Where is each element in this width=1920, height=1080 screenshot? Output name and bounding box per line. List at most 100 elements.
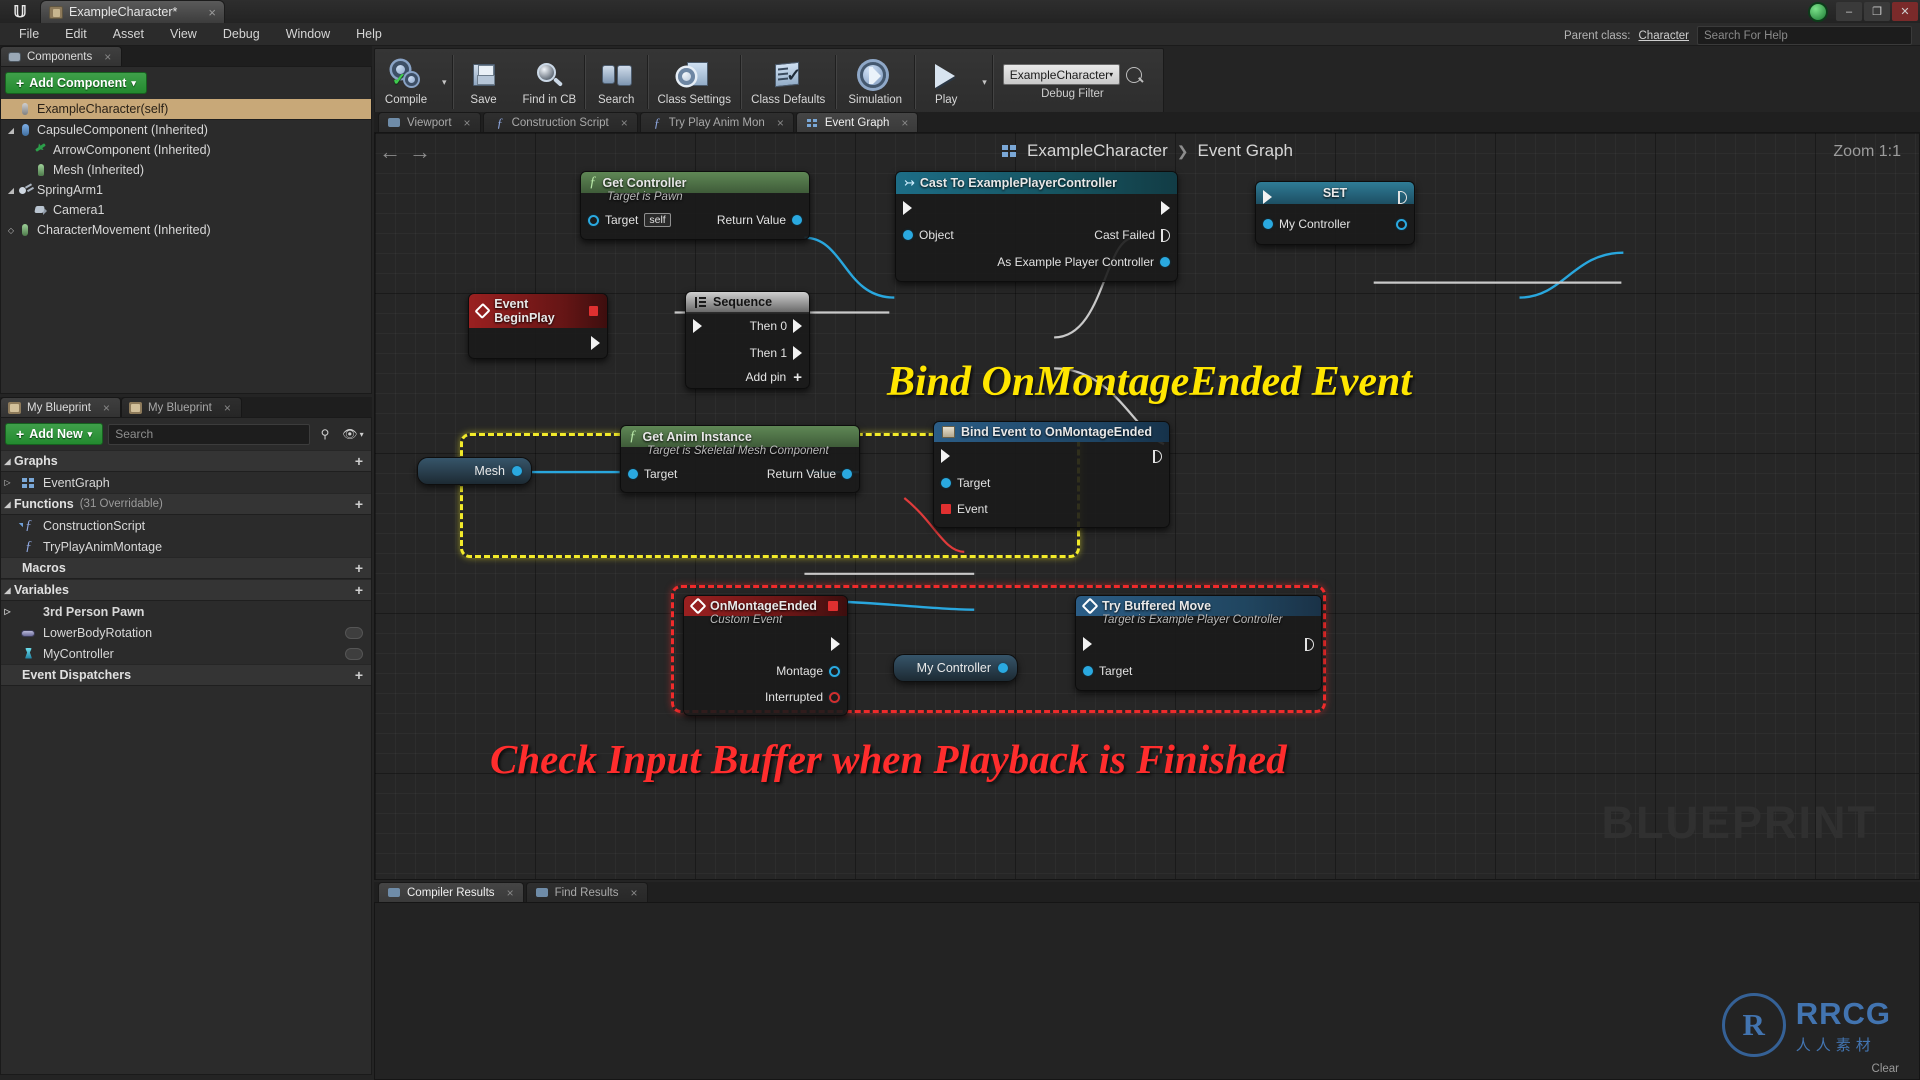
close-icon[interactable]: × <box>621 116 628 130</box>
close-icon[interactable]: × <box>901 116 908 130</box>
play-options-caret-icon[interactable]: ▾ <box>977 49 992 115</box>
myblueprint-section-event-dispatchers[interactable]: Event Dispatchers + <box>1 664 371 686</box>
myblueprint-item[interactable]: LowerBodyRotation <box>1 622 371 643</box>
breadcrumb-root[interactable]: ExampleCharacter <box>1027 141 1168 161</box>
add-component-button[interactable]: + Add Component ▾ <box>5 72 147 94</box>
close-button[interactable]: ✕ <box>1892 2 1918 21</box>
menu-item-edit[interactable]: Edit <box>52 23 100 46</box>
output-pin-return-value[interactable] <box>792 215 802 225</box>
component-tree-item[interactable]: ◢ SpringArm1 <box>1 180 371 200</box>
exec-output-pin[interactable] <box>1398 190 1407 204</box>
search-for-help-input[interactable]: Search For Help <box>1697 26 1912 45</box>
component-tree-item[interactable]: ArrowComponent (Inherited) <box>1 140 371 160</box>
add-icon[interactable]: + <box>355 560 363 576</box>
close-icon[interactable]: × <box>507 886 514 900</box>
compile-options-caret-icon[interactable]: ▾ <box>437 49 452 115</box>
myblueprint-item[interactable]: ▷ 3rd Person Pawn <box>1 601 371 622</box>
input-pin-my-controller[interactable] <box>1263 219 1273 229</box>
save-button[interactable]: Save <box>453 49 515 115</box>
tab-my-blueprint-active[interactable]: My Blueprint × <box>0 397 121 417</box>
find-in-cb-button[interactable]: Find in CB <box>515 49 585 115</box>
debug-filter-select[interactable]: ExampleCharacter ▾ <box>1002 64 1121 85</box>
node-event-begin-play[interactable]: Event BeginPlay <box>468 293 608 359</box>
node-cast-to-example-player-controller[interactable]: ↣ Cast To ExamplePlayerController Object… <box>895 171 1178 282</box>
output-pin-my-controller[interactable] <box>1396 218 1407 230</box>
compiler-results-panel[interactable]: R RRCG 人人素材 Clear <box>374 902 1920 1080</box>
component-tree-item[interactable]: ◢ CapsuleComponent (Inherited) <box>1 120 371 140</box>
parent-class-value[interactable]: Character <box>1639 30 1690 42</box>
input-pin-target[interactable] <box>941 478 951 488</box>
exec-output-pin[interactable] <box>591 336 600 350</box>
node-on-montage-ended[interactable]: OnMontageEnded Custom Event Montage Inte… <box>683 595 848 716</box>
tab-components[interactable]: Components × <box>0 46 123 66</box>
myblueprint-section-functions[interactable]: ◢ Functions (31 Overridable) + <box>1 493 371 515</box>
eye-icon[interactable]: 👁 ▾ <box>340 424 366 445</box>
debug-filter-search-icon[interactable] <box>1126 66 1143 83</box>
myblueprint-item[interactable]: ƒ TryPlayAnimMontage <box>1 536 371 557</box>
component-tree-item[interactable]: Camera1 <box>1 200 371 220</box>
add-icon[interactable]: + <box>355 496 363 512</box>
event-delegate-pin[interactable] <box>588 306 599 316</box>
simulation-button[interactable]: Simulation <box>836 49 914 115</box>
menu-item-file[interactable]: File <box>6 23 52 46</box>
output-pin-return-value[interactable] <box>842 469 852 479</box>
graph-tab-construction-script[interactable]: ƒ Construction Script × <box>482 112 638 132</box>
output-pin-mesh[interactable] <box>512 466 522 476</box>
exec-output-pin[interactable] <box>831 637 840 651</box>
component-tree-item[interactable]: Mesh (Inherited) <box>1 160 371 180</box>
graph-tab-viewport[interactable]: Viewport × <box>378 112 481 132</box>
bottom-tab-compiler-results[interactable]: Compiler Results × <box>378 882 524 902</box>
close-icon[interactable]: × <box>631 886 638 900</box>
close-icon[interactable]: × <box>104 50 111 64</box>
search-icon[interactable]: ⚲ <box>315 424 335 445</box>
close-icon[interactable]: × <box>224 401 231 415</box>
close-icon[interactable]: × <box>464 116 471 130</box>
myblueprint-item[interactable]: ƒ ConstructionScript <box>1 515 371 536</box>
exec-output-pin-then-0[interactable] <box>793 319 802 333</box>
myblueprint-item[interactable]: MyController <box>1 643 371 664</box>
input-pin-target[interactable] <box>1083 666 1093 676</box>
menu-item-window[interactable]: Window <box>273 23 343 46</box>
menu-item-view[interactable]: View <box>157 23 210 46</box>
output-pin-interrupted[interactable] <box>829 691 840 703</box>
close-icon[interactable]: × <box>777 116 784 130</box>
node-get-anim-instance[interactable]: ƒ Get Anim Instance Target is Skeletal M… <box>620 425 860 493</box>
expander-icon[interactable]: ◢ <box>5 186 17 195</box>
maximize-button[interactable]: ❐ <box>1864 2 1890 21</box>
input-pin-event[interactable] <box>941 504 951 514</box>
menu-item-asset[interactable]: Asset <box>100 23 157 46</box>
node-bind-event-to-on-montage-ended[interactable]: Bind Event to OnMontageEnded Target Even… <box>933 421 1170 528</box>
add-new-button[interactable]: + Add New ▾ <box>5 423 104 445</box>
exec-output-pin-then-1[interactable] <box>793 346 802 360</box>
bottom-tab-find-results[interactable]: Find Results × <box>525 882 648 902</box>
add-icon[interactable]: + <box>355 453 363 469</box>
output-pin-montage[interactable] <box>829 665 840 677</box>
class-settings-button[interactable]: Class Settings <box>648 49 740 115</box>
myblueprint-section-variables[interactable]: ◢ Variables + <box>1 579 371 601</box>
add-icon[interactable]: + <box>355 582 363 598</box>
myblueprint-section-macros[interactable]: Macros + <box>1 557 371 579</box>
exec-input-pin[interactable] <box>693 319 702 333</box>
exec-output-pin[interactable] <box>1161 201 1170 215</box>
exec-input-pin[interactable] <box>1263 190 1272 204</box>
component-tree-item[interactable]: ExampleCharacter(self) <box>1 99 371 119</box>
tab-my-blueprint-secondary[interactable]: My Blueprint × <box>120 397 242 417</box>
exec-input-pin[interactable] <box>903 201 912 215</box>
component-tree-item[interactable]: ◇ CharacterMovement (Inherited) <box>1 220 371 240</box>
myblueprint-section-graphs[interactable]: ◢ Graphs + <box>1 450 371 472</box>
expander-icon[interactable]: ◇ <box>5 226 17 235</box>
input-pin-target[interactable] <box>628 469 638 479</box>
input-pin-target[interactable] <box>588 214 599 226</box>
exec-output-pin[interactable] <box>1305 637 1314 651</box>
exec-output-pin-cast-failed[interactable] <box>1161 228 1170 242</box>
output-pin-my-controller[interactable] <box>998 663 1008 673</box>
minimize-button[interactable]: – <box>1836 2 1862 21</box>
node-try-buffered-move[interactable]: Try Buffered Move Target is Example Play… <box>1075 595 1322 691</box>
myblueprint-item[interactable]: ▷ EventGraph <box>1 472 371 493</box>
node-my-controller-variable[interactable]: My Controller <box>893 654 1018 682</box>
close-icon[interactable]: × <box>103 401 110 415</box>
exec-input-pin[interactable] <box>1083 637 1092 651</box>
event-graph-canvas[interactable]: ← → ExampleCharacter ❯ Event Graph Zoom … <box>374 132 1920 880</box>
node-set-my-controller[interactable]: SET My Controller <box>1255 181 1415 245</box>
event-delegate-pin[interactable] <box>828 601 838 611</box>
